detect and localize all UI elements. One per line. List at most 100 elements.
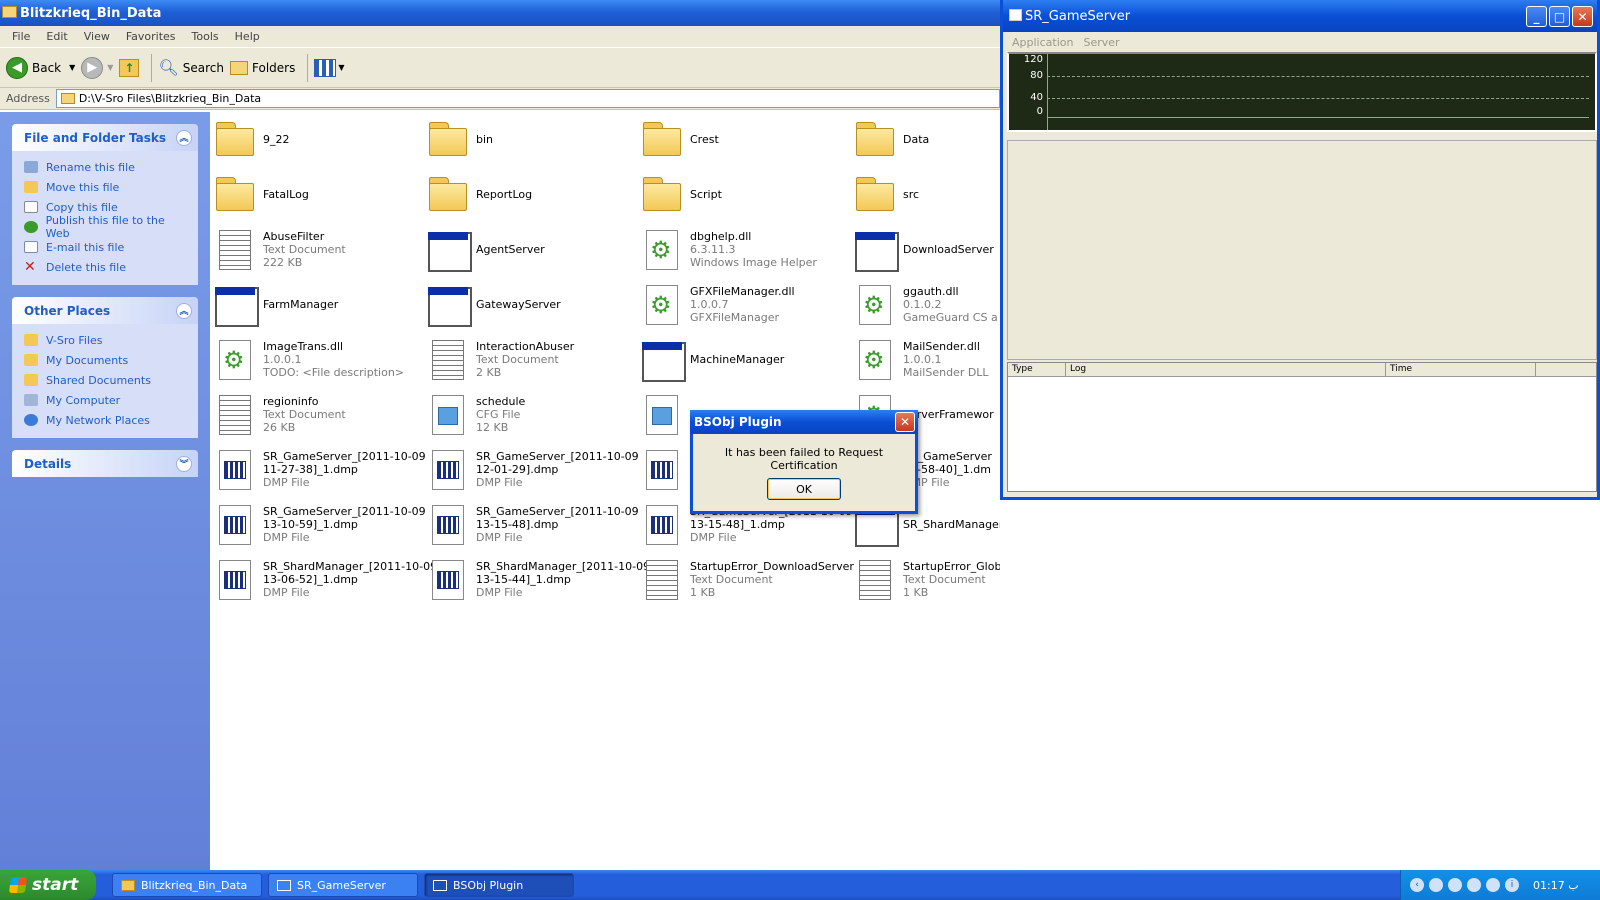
file-item[interactable]: SR_GameServer_[2011-10-09 11-27-38]_1.dmp… xyxy=(213,442,426,496)
place-vsro-files[interactable]: V-Sro Files xyxy=(24,330,188,350)
file-item[interactable]: SR_GameServer_[2011-10-09 13-10-59]_1.dmp… xyxy=(213,497,426,551)
task-publish[interactable]: Publish this file to the Web xyxy=(24,214,188,240)
menu-favorites[interactable]: Favorites xyxy=(118,30,184,43)
file-item[interactable]: StartupError_DownloadServer Text Document… xyxy=(640,552,854,606)
collapse-icon[interactable]: ︽ xyxy=(176,129,192,146)
task-delete[interactable]: ✕ Delete this file xyxy=(24,257,188,277)
back-button[interactable]: ◀ Back ▼ xyxy=(6,56,75,79)
menu-server[interactable]: Server xyxy=(1078,36,1124,49)
tray-volume-icon[interactable] xyxy=(1448,878,1462,892)
tray-users-icon[interactable] xyxy=(1429,878,1443,892)
taskbar-item-bsobj[interactable]: BSObj Plugin xyxy=(424,873,574,897)
file-item[interactable]: ImageTrans.dll1.0.0.1TODO: <File descrip… xyxy=(213,332,426,386)
explorer-title-bar[interactable]: Blitzkrieq_Bin_Data xyxy=(0,0,1000,26)
file-item[interactable]: FatalLog xyxy=(213,167,426,221)
dmp-file-icon xyxy=(213,558,255,600)
place-shared-documents[interactable]: Shared Documents xyxy=(24,370,188,390)
column-type[interactable]: Type xyxy=(1008,363,1066,376)
start-button[interactable]: start xyxy=(0,870,96,900)
file-item[interactable]: SR_ShardManager_[2011-10-09 13-15-44]_1.d… xyxy=(426,552,650,606)
file-item[interactable]: SR_GameServer_[2011-10-09 12-01-29].dmp DM… xyxy=(426,442,639,496)
menu-file[interactable]: File xyxy=(4,30,38,43)
minimize-button[interactable]: _ xyxy=(1526,6,1547,27)
file-item[interactable]: AbuseFilter Text Document 222 KB xyxy=(213,222,426,276)
file-item[interactable]: Crest xyxy=(640,112,853,166)
task-rename[interactable]: Rename this file xyxy=(24,157,188,177)
search-button[interactable]: 🔍︎ Search xyxy=(158,58,224,77)
up-folder-button[interactable]: ↑ xyxy=(119,58,140,77)
file-item[interactable]: SR_GameServer_[2011-10-09 13-15-48].dmp DM… xyxy=(426,497,639,551)
expand-icon[interactable]: ︾ xyxy=(176,455,192,472)
file-item[interactable]: MailSender.dll1.0.0.1MailSender DLL xyxy=(853,332,1000,386)
collapse-icon[interactable]: ︽ xyxy=(176,302,192,319)
task-move[interactable]: Move this file xyxy=(24,177,188,197)
forward-dropdown-icon[interactable]: ▼ xyxy=(107,63,113,72)
dialog-title-bar[interactable]: BSObj Plugin ✕ xyxy=(690,410,918,434)
file-item[interactable]: 9_22 xyxy=(213,112,426,166)
task-email[interactable]: E-mail this file xyxy=(24,237,188,257)
file-item[interactable]: MachineManager xyxy=(640,332,853,386)
file-item[interactable]: Data xyxy=(853,112,1000,166)
place-my-computer[interactable]: My Computer xyxy=(24,390,188,410)
file-meta: FatalLog xyxy=(263,188,309,201)
place-my-documents[interactable]: My Documents xyxy=(24,350,188,370)
file-folder-tasks-header[interactable]: File and Folder Tasks ︽ xyxy=(12,124,198,151)
file-item[interactable]: InteractionAbuser Text Document 2 KB xyxy=(426,332,639,386)
file-item[interactable]: schedule CFG File 12 KB xyxy=(426,387,639,441)
file-item[interactable]: GatewayServer xyxy=(426,277,639,331)
file-detail: DMP File xyxy=(476,475,523,489)
file-item[interactable]: src xyxy=(853,167,1000,221)
file-item[interactable]: dbghelp.dll6.3.11.3Windows Image Helper xyxy=(640,222,853,276)
file-name-cont: 12-01-29].dmp xyxy=(476,462,559,476)
clock[interactable]: 01:17 ب xyxy=(1533,879,1579,892)
column-time[interactable]: Time xyxy=(1386,363,1536,376)
place-network[interactable]: My Network Places xyxy=(24,410,188,430)
gameserver-menubar: Application Server xyxy=(1003,32,1597,52)
details-header[interactable]: Details ︾ xyxy=(12,450,198,477)
file-item[interactable]: ggauth.dll0.1.0.2GameGuard CS a xyxy=(853,277,1000,331)
menu-edit[interactable]: Edit xyxy=(38,30,75,43)
views-button[interactable]: ▼ xyxy=(314,58,345,77)
column-log[interactable]: Log xyxy=(1066,363,1386,376)
file-item[interactable]: bin xyxy=(426,112,639,166)
file-item[interactable]: FarmManager xyxy=(213,277,426,331)
file-item[interactable]: Script xyxy=(640,167,853,221)
maximize-button[interactable]: □ xyxy=(1549,6,1570,27)
dialog-close-button[interactable]: ✕ xyxy=(895,412,915,432)
folders-button[interactable]: Folders xyxy=(230,60,295,75)
cfg-file-icon xyxy=(426,393,468,435)
close-button[interactable]: ✕ xyxy=(1572,6,1593,27)
file-item[interactable]: regioninfo Text Document 26 KB xyxy=(213,387,426,441)
file-detail: 12 KB xyxy=(476,420,509,434)
taskbar-item-gameserver[interactable]: SR_GameServer xyxy=(268,873,418,897)
tray-arrow-icon[interactable]: ‹ xyxy=(1410,878,1424,892)
log-list[interactable]: Type Log Time xyxy=(1007,362,1597,492)
file-item[interactable]: ReportLog xyxy=(426,167,639,221)
file-item[interactable]: GFXFileManager.dll1.0.0.7GFXFileManager xyxy=(640,277,853,331)
menu-view[interactable]: View xyxy=(76,30,118,43)
file-meta: MailSender.dll 1.0.0.1 MailSender DLL xyxy=(903,340,989,379)
other-places-header[interactable]: Other Places ︽ xyxy=(12,297,198,324)
menu-application[interactable]: Application xyxy=(1007,36,1078,49)
file-detail: CFG File xyxy=(476,407,521,421)
address-field[interactable]: D:\V-Sro Files\Blitzkrieq_Bin_Data xyxy=(55,89,1000,108)
taskbar-item-explorer[interactable]: Blitzkrieq_Bin_Data xyxy=(112,873,262,897)
file-item[interactable]: AgentServer xyxy=(426,222,639,276)
file-item[interactable]: StartupError_GlobalManagerText Document1… xyxy=(853,552,1000,606)
menu-help[interactable]: Help xyxy=(227,30,268,43)
tray-signal-icon[interactable] xyxy=(1467,878,1481,892)
forward-button[interactable]: ▶ ▼ xyxy=(81,56,113,79)
file-item[interactable]: SR_ShardManager_[2011-10-09 13-06-52]_1.d… xyxy=(213,552,437,606)
gameserver-title-bar[interactable]: SR_GameServer _ □ ✕ xyxy=(1003,0,1597,32)
file-name: ggauth.dll xyxy=(903,284,959,298)
back-dropdown-icon[interactable]: ▼ xyxy=(69,63,75,72)
folder-file-icon xyxy=(640,118,682,160)
exe-file-icon xyxy=(853,228,899,272)
explorer-menubar: File Edit View Favorites Tools Help xyxy=(0,26,1000,48)
ok-button[interactable]: OK xyxy=(767,478,841,500)
tray-network-icon[interactable] xyxy=(1486,878,1500,892)
menu-tools[interactable]: Tools xyxy=(184,30,227,43)
file-item[interactable]: DownloadServer xyxy=(853,222,1000,276)
dll-file-icon xyxy=(853,338,895,380)
tray-info-icon[interactable]: i xyxy=(1505,878,1519,892)
